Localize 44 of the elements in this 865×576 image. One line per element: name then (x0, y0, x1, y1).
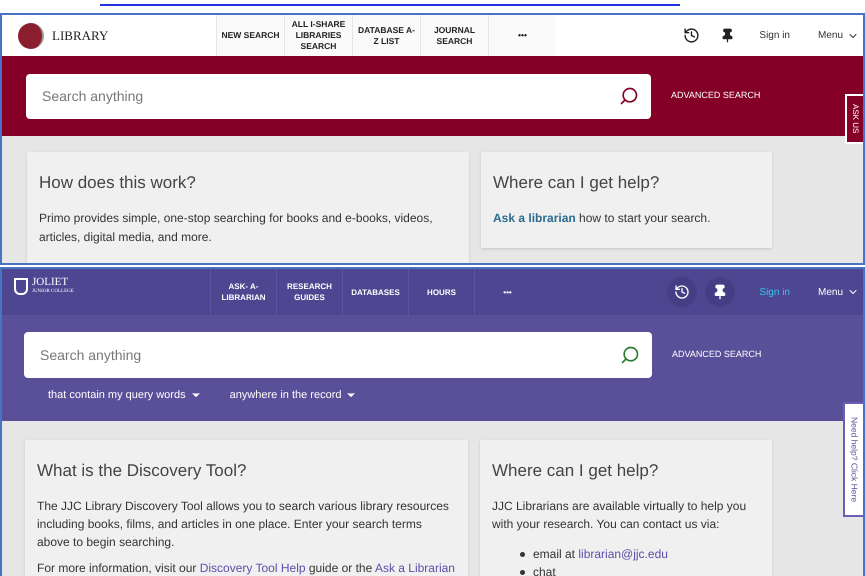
text-link[interactable]: Ask a librarian (493, 211, 576, 226)
paragraph: The JJC Library Discovery Tool allows you to search various library resources including books, films, and articles in one place. Enter your search terms above to begin searching. (37, 498, 450, 552)
paragraph: JJC Librarians are available virtually to help you with your research. You can contact us via: (492, 498, 748, 534)
side-tab[interactable]: Need help? Click Here (843, 402, 863, 517)
bullet-icon (520, 552, 525, 557)
nav-tab[interactable]: JOURNAL SEARCH (420, 15, 488, 56)
paragraph: email at librarian@jjc.edu (533, 546, 668, 564)
pin-icon[interactable] (705, 277, 736, 307)
filter-dropdown[interactable]: anywhere in the record (230, 387, 358, 404)
text-link[interactable]: Ask a Librarian (374, 561, 455, 576)
advanced-search-link[interactable]: ADVANCED SEARCH (671, 89, 760, 103)
sign-in-link[interactable]: Sign in (759, 15, 790, 56)
card-title: How does this work? (39, 172, 197, 194)
paragraph: For more information, visit our Discovery Tool Help guide or the Ask a Librarian (37, 560, 456, 576)
card-title: What is the Discovery Tool? (37, 460, 248, 482)
nav-tab[interactable]: ••• (488, 15, 556, 56)
card-title: Where can I get help? (493, 172, 660, 194)
logo-text: JOLIET (32, 277, 70, 288)
side-tab[interactable]: ASK US (845, 94, 863, 144)
search-icon[interactable] (619, 86, 639, 106)
history-icon[interactable] (667, 277, 698, 307)
sign-in-link[interactable]: Sign in (759, 269, 790, 315)
logo-icon (18, 22, 44, 48)
logo-text: LIBRARY (52, 26, 108, 45)
menu-button[interactable]: Menu (818, 15, 859, 56)
search-field[interactable]: Search anything (24, 332, 652, 378)
filter-dropdown[interactable]: that contain my query words (48, 387, 202, 404)
history-icon[interactable] (683, 27, 700, 44)
menu-button[interactable]: Menu (818, 269, 859, 315)
text-link[interactable]: Discovery Tool Help (200, 561, 306, 576)
bullet-icon (520, 570, 525, 575)
nav-tab[interactable]: ALL I-SHARE LIBRARIES SEARCH (284, 15, 352, 56)
card-title: Where can I get help? (492, 460, 660, 482)
paragraph: Ask a librarian how to start your search. (493, 210, 712, 228)
text-link[interactable]: librarian@jjc.edu (578, 547, 668, 562)
nav-tab[interactable]: NEW SEARCH (216, 15, 284, 56)
search-field[interactable]: Search anything (26, 74, 651, 118)
search-icon[interactable] (620, 345, 640, 365)
advanced-search-link[interactable]: ADVANCED SEARCH (672, 348, 762, 362)
paragraph: Primo provides simple, one-stop searching for books and e-books, videos, articles, digital media, and more. (39, 210, 434, 246)
paragraph: chat (533, 564, 556, 576)
shield-icon (14, 278, 28, 295)
nav-tab[interactable]: DATABASE A-Z LIST (352, 15, 420, 56)
pin-icon[interactable] (720, 28, 736, 43)
